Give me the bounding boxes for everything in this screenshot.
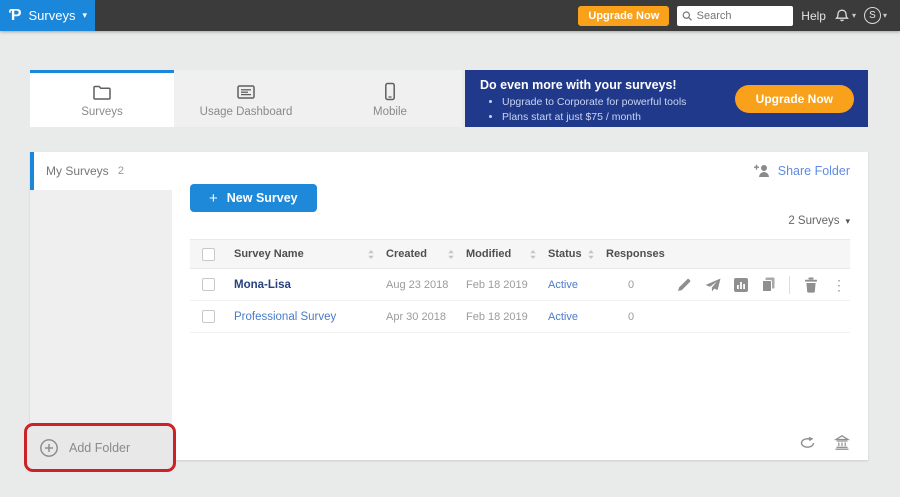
topbar-right: Upgrade Now Help ▾ S ▾ — [578, 6, 900, 26]
column-responses[interactable]: Responses — [600, 248, 662, 260]
survey-name-link[interactable]: Mona-Lisa — [228, 279, 380, 291]
tab-usage-dashboard[interactable]: Usage Dashboard — [174, 70, 318, 127]
created-date: Apr 30 2018 — [380, 311, 460, 323]
search-input[interactable] — [697, 10, 789, 22]
search-icon — [682, 10, 692, 22]
share-folder-link[interactable]: Share Folder — [753, 164, 850, 178]
upgrade-now-button[interactable]: Upgrade Now — [578, 6, 669, 26]
column-status[interactable]: Status — [542, 248, 600, 260]
tab-strip: Surveys Usage Dashboard Mobile — [30, 70, 462, 127]
tab-mobile[interactable]: Mobile — [318, 70, 462, 127]
sidebar-item-my-surveys[interactable]: My Surveys 2 — [30, 152, 172, 190]
proprofs-logo-icon: Ƥ — [9, 8, 22, 24]
responses-count: 0 — [600, 311, 662, 323]
product-name: Surveys — [29, 8, 76, 23]
add-folder-label: Add Folder — [69, 441, 130, 455]
folder-icon — [92, 83, 112, 101]
chevron-down-icon: ▾ — [82, 10, 87, 21]
person-plus-icon — [753, 164, 770, 178]
notifications-button[interactable]: ▾ — [834, 8, 856, 24]
survey-name-link[interactable]: Professional Survey — [228, 311, 380, 323]
product-menu[interactable]: Ƥ Surveys ▾ — [0, 0, 95, 31]
divider — [789, 276, 790, 294]
modified-date: Feb 18 2019 — [460, 311, 542, 323]
new-survey-button[interactable]: + New Survey — [190, 184, 317, 212]
duplicate-icon[interactable] — [761, 277, 776, 292]
new-survey-label: New Survey — [227, 191, 298, 205]
row-checkbox[interactable] — [202, 278, 215, 291]
select-all-checkbox[interactable] — [202, 248, 215, 261]
search-box[interactable] — [677, 6, 793, 26]
tab-label: Mobile — [373, 106, 407, 118]
dashboard-icon — [236, 83, 256, 101]
chevron-down-icon: ▾ — [883, 11, 887, 20]
table-row: Professional Survey Apr 30 2018 Feb 18 2… — [190, 301, 850, 333]
tab-label: Usage Dashboard — [200, 106, 293, 118]
upgrade-now-pill-button[interactable]: Upgrade Now — [735, 85, 854, 113]
responses-count: 0 — [600, 279, 662, 291]
chevron-down-icon: ▾ — [845, 216, 850, 227]
surveys-table: Survey Name Created Modified Status Resp… — [190, 239, 850, 333]
panel-footer-icons — [799, 434, 850, 450]
status-badge: Active — [542, 311, 600, 323]
avatar: S — [864, 7, 881, 24]
surveys-content: Share Folder + New Survey 2 Surveys ▾ Su… — [172, 152, 868, 460]
modified-date: Feb 18 2019 — [460, 279, 542, 291]
folder-label: My Surveys — [46, 164, 109, 178]
surveys-count-dropdown[interactable]: 2 Surveys ▾ — [788, 215, 850, 227]
promo-banner: Do even more with your surveys! Upgrade … — [465, 70, 868, 127]
sort-icon — [448, 250, 454, 259]
column-label: Created — [386, 248, 427, 260]
row-checkbox[interactable] — [202, 310, 215, 323]
plus-circle-icon — [39, 438, 59, 458]
surveys-panel: My Surveys 2 Share Folder + New Survey 2… — [30, 152, 868, 460]
plus-icon: + — [209, 190, 218, 207]
share-folder-label: Share Folder — [778, 164, 850, 178]
column-label: Modified — [466, 248, 511, 260]
column-modified[interactable]: Modified — [460, 248, 542, 260]
column-label: Responses — [606, 248, 665, 260]
table-row: Mona-Lisa Aug 23 2018 Feb 18 2019 Active… — [190, 269, 850, 301]
delete-icon[interactable] — [803, 277, 819, 293]
surveys-count-label: 2 Surveys — [788, 215, 839, 227]
bell-icon — [834, 8, 850, 24]
mobile-icon — [380, 82, 400, 101]
sort-icon — [368, 250, 374, 259]
sort-icon — [588, 250, 594, 259]
account-menu[interactable]: S ▾ — [864, 7, 887, 24]
status-badge: Active — [542, 279, 600, 291]
tab-label: Surveys — [81, 106, 123, 118]
reports-icon[interactable] — [734, 278, 748, 292]
trash-bin-icon[interactable] — [834, 434, 850, 450]
add-folder-button[interactable]: Add Folder — [27, 426, 173, 469]
help-link[interactable]: Help — [801, 9, 826, 23]
more-options-icon[interactable]: ⋮ — [832, 278, 846, 292]
created-date: Aug 23 2018 — [380, 279, 460, 291]
column-survey-name[interactable]: Survey Name — [228, 248, 380, 260]
edit-icon[interactable] — [677, 277, 692, 292]
chevron-down-icon: ▾ — [852, 11, 856, 20]
annotation-highlight: Add Folder — [24, 423, 176, 472]
tab-surveys[interactable]: Surveys — [30, 70, 174, 127]
row-actions: ⋮ — [662, 276, 850, 294]
column-label: Survey Name — [234, 248, 304, 260]
restore-icon[interactable] — [799, 436, 816, 449]
column-created[interactable]: Created — [380, 248, 460, 260]
folders-sidebar: My Surveys 2 — [30, 152, 172, 460]
table-header: Survey Name Created Modified Status Resp… — [190, 239, 850, 269]
folder-count: 2 — [118, 165, 124, 177]
sort-icon — [530, 250, 536, 259]
column-label: Status — [548, 248, 582, 260]
topbar: Ƥ Surveys ▾ Upgrade Now Help ▾ S ▾ — [0, 0, 900, 31]
send-icon[interactable] — [705, 278, 721, 292]
